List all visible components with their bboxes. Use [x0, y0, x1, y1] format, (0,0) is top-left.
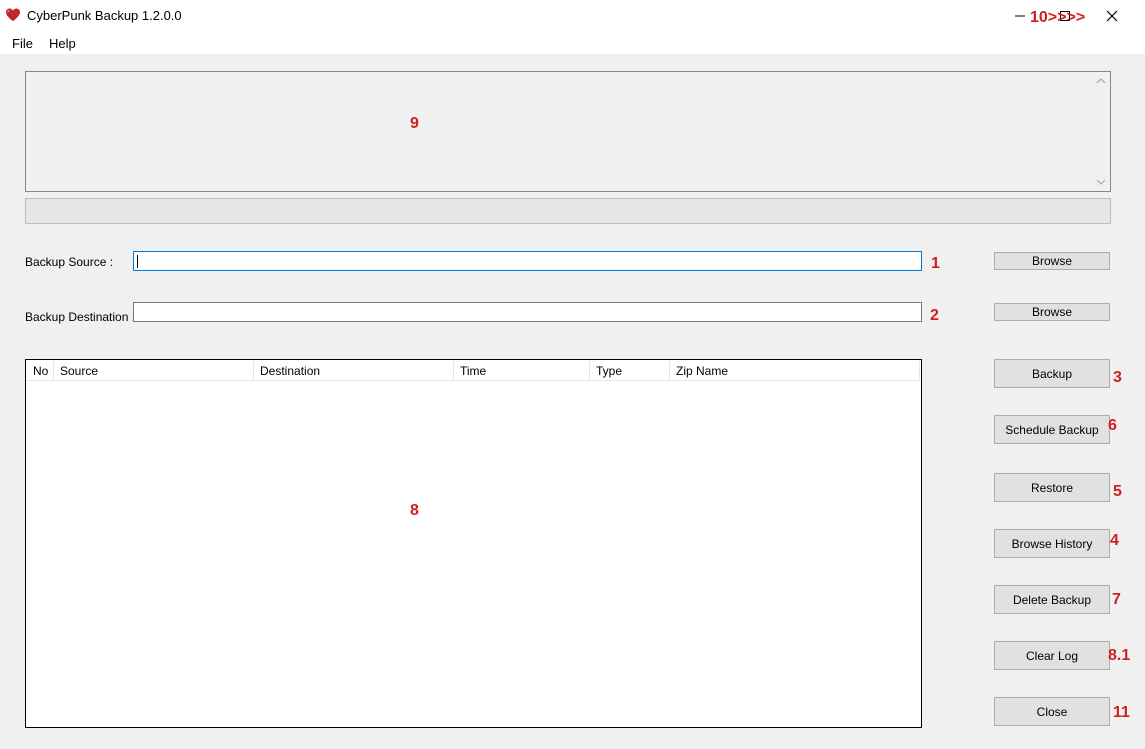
browse-destination-button[interactable]: Browse	[994, 303, 1110, 321]
log-scrollbar[interactable]	[1093, 72, 1110, 191]
backup-destination-input[interactable]	[133, 302, 922, 322]
menu-bar: File Help	[0, 32, 1145, 54]
annotation-8-1: 8.1	[1108, 647, 1131, 664]
text-caret	[137, 255, 138, 268]
close-icon	[1106, 10, 1118, 22]
column-header-type[interactable]: Type	[590, 361, 670, 381]
column-header-zip-name[interactable]: Zip Name	[670, 361, 920, 381]
column-header-time[interactable]: Time	[454, 361, 590, 381]
restore-button[interactable]: Restore	[994, 473, 1110, 502]
annotation-1: 1	[931, 255, 940, 272]
annotation-6: 6	[1108, 417, 1117, 434]
menu-help[interactable]: Help	[47, 36, 78, 51]
delete-backup-button[interactable]: Delete Backup	[994, 585, 1110, 614]
annotation-8: 8	[410, 502, 419, 519]
annotation-10: 10>>>>	[1030, 9, 1086, 26]
menu-file[interactable]: File	[10, 36, 35, 51]
window-title: CyberPunk Backup 1.2.0.0	[27, 8, 182, 23]
browse-history-button[interactable]: Browse History	[994, 529, 1110, 558]
progress-bar	[25, 198, 1111, 224]
clear-log-button[interactable]: Clear Log	[994, 641, 1110, 670]
close-window-button[interactable]	[1097, 3, 1127, 29]
minimize-icon	[1015, 15, 1025, 17]
column-header-destination[interactable]: Destination	[254, 361, 454, 381]
table-header: No Source Destination Time Type Zip Name	[27, 361, 920, 381]
log-textarea[interactable]	[25, 71, 1111, 192]
backup-button[interactable]: Backup	[994, 359, 1110, 388]
column-header-source[interactable]: Source	[54, 361, 254, 381]
schedule-backup-button[interactable]: Schedule Backup	[994, 415, 1110, 444]
annotation-3: 3	[1113, 369, 1122, 386]
annotation-4: 4	[1110, 532, 1119, 549]
backup-destination-label: Backup Destination :	[25, 310, 136, 324]
scroll-down-icon[interactable]	[1096, 177, 1106, 187]
heart-icon	[6, 8, 20, 21]
annotation-5: 5	[1113, 483, 1122, 500]
annotation-7: 7	[1112, 591, 1121, 608]
history-table[interactable]: No Source Destination Time Type Zip Name	[25, 359, 922, 728]
close-button[interactable]: Close	[994, 697, 1110, 726]
annotation-2: 2	[930, 307, 939, 324]
annotation-9: 9	[410, 115, 419, 132]
browse-source-button[interactable]: Browse	[994, 252, 1110, 270]
scroll-up-icon[interactable]	[1096, 76, 1106, 86]
column-header-no[interactable]: No	[27, 361, 54, 381]
title-bar: CyberPunk Backup 1.2.0.0 10>>>>	[0, 0, 1145, 32]
annotation-11: 11	[1113, 704, 1130, 721]
backup-source-input[interactable]	[133, 251, 922, 271]
backup-source-label: Backup Source :	[25, 255, 114, 269]
